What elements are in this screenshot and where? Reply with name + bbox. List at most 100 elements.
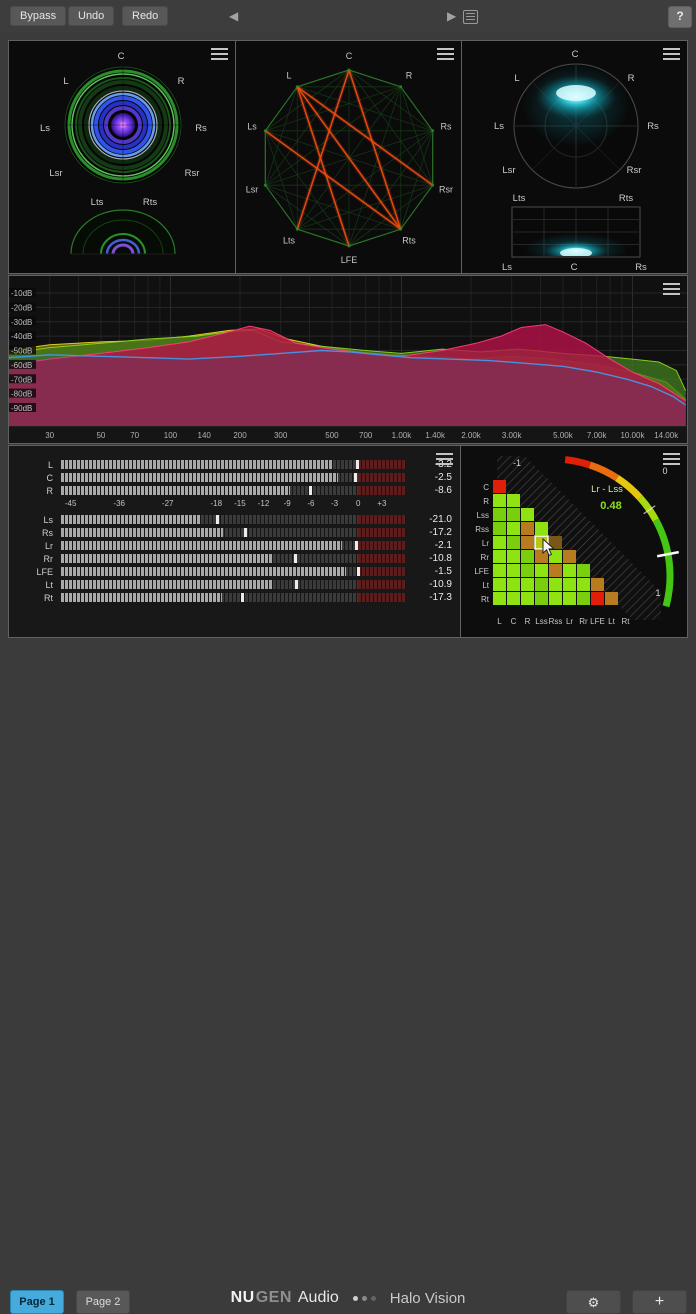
- panel-menu-icon[interactable]: [663, 453, 680, 466]
- correlation-cell[interactable]: [507, 550, 520, 563]
- spectrum-analyzer-panel: -10dB-20dB-30dB-40dB-50dB-60dB-70dB-80dB…: [8, 275, 688, 444]
- correlation-cell[interactable]: [507, 508, 520, 521]
- meter-red-zone: [358, 473, 406, 482]
- correlation-cell[interactable]: [521, 550, 534, 563]
- correlation-cell[interactable]: [577, 592, 590, 605]
- correlation-cell[interactable]: [507, 578, 520, 591]
- correlation-cell[interactable]: [605, 592, 618, 605]
- meter-value: -10.8: [406, 553, 452, 564]
- scale-tick-label: -18: [210, 499, 222, 508]
- db-axis-label: -60dB: [11, 361, 32, 370]
- meter-scale: -45-36-27-18-15-12-9-6-30+3: [9, 497, 460, 513]
- help-button[interactable]: ?: [668, 6, 692, 28]
- next-preset-icon[interactable]: ▶: [447, 9, 456, 23]
- bypass-button[interactable]: Bypass: [10, 6, 66, 26]
- settings-button[interactable]: ⚙: [566, 1290, 621, 1314]
- correlation-cell[interactable]: [493, 564, 506, 577]
- correlation-cell[interactable]: [535, 564, 548, 577]
- meter-row: R-8.6: [9, 484, 460, 497]
- correlation-cell[interactable]: [535, 592, 548, 605]
- meter-channel-label: Rs: [17, 528, 61, 538]
- footer-bar: Page 1Page 2 NU GEN Audio Halo Vision ⚙ …: [0, 638, 696, 685]
- channel-label: Rts: [402, 236, 416, 246]
- level-meters: L-3.2C-2.5R-8.6-45-36-27-18-15-12-9-6-30…: [9, 458, 460, 604]
- matrix-col-label: L: [497, 617, 502, 626]
- previous-preset-icon[interactable]: ◀: [229, 9, 238, 23]
- correlation-cell[interactable]: [577, 578, 590, 591]
- correlation-cell[interactable]: [549, 536, 562, 549]
- panel-menu-icon[interactable]: [211, 48, 228, 61]
- undo-button[interactable]: Undo: [68, 6, 114, 26]
- correlation-cell[interactable]: [521, 564, 534, 577]
- correlation-matrix-visualization[interactable]: CRLssRssLrRrLFELtRtLCRLssRssLrRrLFELtRt-…: [461, 446, 687, 637]
- meter-fill: [61, 593, 222, 602]
- correlation-cell[interactable]: [563, 592, 576, 605]
- matrix-row-label: Lt: [482, 581, 489, 590]
- correlation-cell[interactable]: [549, 564, 562, 577]
- correlation-cell[interactable]: [563, 550, 576, 563]
- correlation-cell[interactable]: [549, 592, 562, 605]
- correlation-cell[interactable]: [535, 536, 548, 549]
- channel-label: Rs: [195, 123, 207, 134]
- meter-bar: [61, 593, 406, 602]
- panel-menu-icon[interactable]: [663, 48, 680, 61]
- correlation-cell[interactable]: [493, 522, 506, 535]
- add-module-button[interactable]: +: [632, 1290, 687, 1314]
- meter-bar: [61, 486, 406, 495]
- correlation-cell[interactable]: [521, 536, 534, 549]
- correlation-cell[interactable]: [535, 522, 548, 535]
- correlation-cell[interactable]: [591, 578, 604, 591]
- channel-label: Rsr: [439, 185, 453, 195]
- correlation-cell[interactable]: [521, 592, 534, 605]
- matrix-row-label: Lr: [482, 539, 489, 548]
- panel-menu-icon[interactable]: [663, 283, 680, 296]
- page-1-button[interactable]: Page 1: [10, 1290, 64, 1314]
- freq-axis-label: 14.00k: [654, 431, 679, 440]
- correlation-cell[interactable]: [549, 578, 562, 591]
- correlation-cell[interactable]: [521, 522, 534, 535]
- correlation-cell[interactable]: [493, 550, 506, 563]
- correlation-cell[interactable]: [493, 592, 506, 605]
- correlation-cell[interactable]: [507, 536, 520, 549]
- preset-list-icon-bars: [466, 13, 475, 21]
- correlation-cell[interactable]: [507, 592, 520, 605]
- channel-label: C: [571, 262, 578, 273]
- correlation-cell[interactable]: [563, 564, 576, 577]
- correlation-cell[interactable]: [521, 508, 534, 521]
- channel-label: Ls: [247, 121, 257, 131]
- correlation-cell[interactable]: [493, 494, 506, 507]
- correlation-cell[interactable]: [493, 480, 506, 493]
- correlation-cell[interactable]: [493, 508, 506, 521]
- correlation-cell[interactable]: [591, 592, 604, 605]
- meter-peak-indicator: [309, 486, 312, 495]
- meter-channel-label: Lt: [17, 580, 61, 590]
- correlation-cell[interactable]: [507, 522, 520, 535]
- db-axis-label: -70dB: [11, 375, 32, 384]
- correlation-cell[interactable]: [493, 578, 506, 591]
- channel-label: Lsr: [502, 165, 515, 176]
- redo-button[interactable]: Redo: [122, 6, 168, 26]
- correlation-cell[interactable]: [507, 564, 520, 577]
- channel-label: L: [63, 76, 68, 87]
- meter-channel-label: Ls: [17, 515, 61, 525]
- correlation-cell[interactable]: [535, 550, 548, 563]
- brand-dot: [371, 1296, 376, 1301]
- meter-peak-indicator: [216, 515, 219, 524]
- meter-fill: [61, 567, 346, 576]
- scale-tick-label: -45: [65, 499, 77, 508]
- correlation-cell[interactable]: [535, 578, 548, 591]
- page-2-button[interactable]: Page 2: [76, 1290, 130, 1314]
- brand-part-nu: NU: [231, 1289, 255, 1307]
- panel-menu-icon[interactable]: [437, 48, 454, 61]
- correlation-cell[interactable]: [507, 494, 520, 507]
- preset-list-icon[interactable]: [463, 10, 478, 24]
- scale-tick-label: -15: [234, 499, 246, 508]
- correlation-cell[interactable]: [521, 578, 534, 591]
- correlation-cell[interactable]: [549, 550, 562, 563]
- channel-label: Ls: [502, 262, 512, 273]
- correlation-cell[interactable]: [493, 536, 506, 549]
- meter-value: -2.1: [406, 540, 452, 551]
- correlation-cell[interactable]: [577, 564, 590, 577]
- correlation-cell[interactable]: [563, 578, 576, 591]
- panel-menu-icon[interactable]: [436, 453, 453, 466]
